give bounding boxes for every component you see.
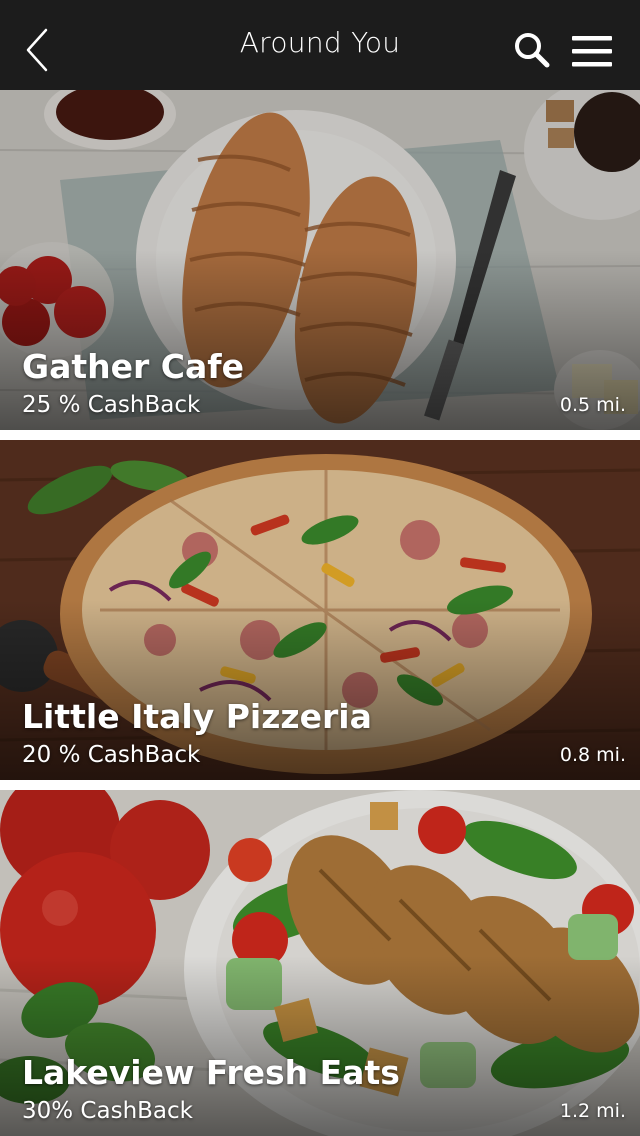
restaurant-name: Little Italy Pizzeria: [22, 697, 372, 736]
restaurant-card[interactable]: Lakeview Fresh Eats 30% CashBack 1.2 mi.: [0, 790, 640, 1136]
cashback-label: 30% CashBack: [22, 1098, 193, 1124]
restaurant-name: Gather Cafe: [22, 347, 244, 386]
search-icon: [515, 33, 550, 68]
restaurant-name: Lakeview Fresh Eats: [22, 1053, 400, 1092]
cashback-label: 20 % CashBack: [22, 742, 201, 768]
menu-button[interactable]: [566, 30, 618, 74]
restaurant-list: Gather Cafe 25 % CashBack 0.5 mi. Little…: [0, 90, 640, 1136]
search-button[interactable]: [508, 26, 556, 74]
distance-label: 1.2 mi.: [559, 1100, 626, 1122]
restaurant-card[interactable]: Gather Cafe 25 % CashBack 0.5 mi.: [0, 90, 640, 430]
cashback-label: 25 % CashBack: [22, 392, 201, 418]
restaurant-card[interactable]: Little Italy Pizzeria 20 % CashBack 0.8 …: [0, 440, 640, 780]
top-nav-bar: Around You: [0, 0, 640, 90]
distance-label: 0.5 mi.: [559, 394, 626, 416]
hamburger-menu-icon: [572, 36, 612, 67]
app-screen: Around You Gather Cafe 25 % CashBack 0.5…: [0, 0, 640, 1136]
distance-label: 0.8 mi.: [559, 744, 626, 766]
